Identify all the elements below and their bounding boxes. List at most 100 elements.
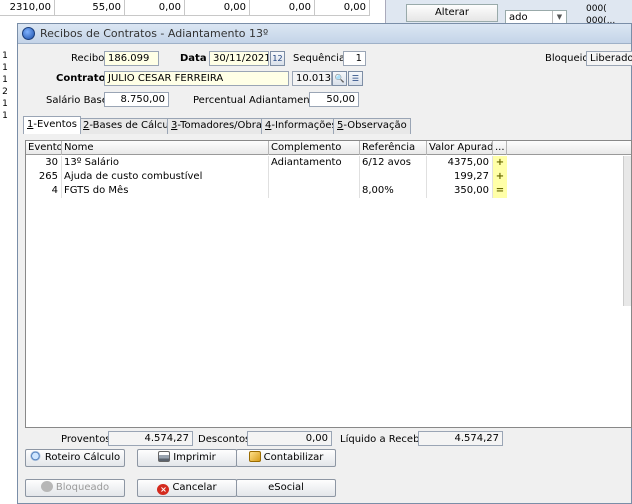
bg-cell: 55,00 (55, 0, 125, 16)
cell-valor: 350,00 (427, 184, 493, 198)
bg-cell: 0,00 (250, 0, 315, 16)
cell-evento: 4 (26, 184, 62, 198)
cell-referencia: 6/12 avos (360, 156, 427, 170)
cancelar-button[interactable]: × Cancelar (137, 479, 237, 497)
col-referencia[interactable]: Referência (360, 141, 427, 155)
tab-tomadores-obras[interactable]: 3-Tomadores/Obras (167, 118, 272, 134)
cell-sign: + (493, 170, 507, 184)
tab-eventos[interactable]: 1-Eventos (23, 116, 81, 134)
col-valor-apurado[interactable]: Valor Apurado (427, 141, 493, 155)
ledger-icon (248, 451, 261, 462)
bg-side-digit: 1 (2, 63, 8, 73)
roteiro-calculo-button[interactable]: Roteiro Cálculo (25, 449, 125, 467)
dialog-titlebar[interactable]: Recibos de Contratos - Adiantamento 13º (18, 24, 631, 44)
search-icon[interactable]: 🔍 (332, 71, 347, 86)
bg-side-digit: 2 (2, 87, 8, 97)
cell-nome: 13º Salário (62, 156, 269, 170)
tab-label: -Eventos (33, 119, 77, 130)
dialog-title: Recibos de Contratos - Adiantamento 13º (40, 27, 269, 40)
calendar-icon[interactable]: 12 (270, 51, 285, 66)
cell-evento: 30 (26, 156, 62, 170)
liquido-label: Líquido a Receber (340, 434, 430, 445)
salario-field[interactable]: 8.750,00 (104, 92, 169, 107)
bloqueio-field: Liberado (586, 51, 632, 66)
cell-valor: 199,27 (427, 170, 493, 184)
grid-scrollbar[interactable] (623, 156, 631, 306)
bg-side-digit: 1 (2, 99, 8, 109)
bg-side-digit: 1 (2, 51, 8, 61)
bg-corner-text: 000( (586, 4, 607, 14)
contabilizar-button[interactable]: Contabilizar (236, 449, 336, 467)
bg-cell: 0,00 (185, 0, 250, 16)
cell-nome: FGTS do Mês (62, 184, 269, 198)
tab-label: -Observação (343, 120, 407, 131)
table-row[interactable]: 30 13º Salário Adiantamento 6/12 avos 43… (26, 156, 626, 170)
esocial-label: eSocial (268, 482, 304, 493)
esocial-button[interactable]: eSocial (236, 479, 336, 497)
tab-label: -Bases de Cálculo (89, 120, 178, 131)
cell-complemento (269, 184, 360, 198)
sequencia-field[interactable]: 1 (343, 51, 366, 66)
cell-nome: Ajuda de custo combustível (62, 170, 269, 184)
check-circle-icon (40, 481, 53, 492)
cell-valor: 4375,00 (427, 156, 493, 170)
data-field[interactable]: 30/11/2021 (209, 51, 269, 66)
tab-label: -Informações (271, 120, 337, 131)
imprimir-button[interactable]: Imprimir (137, 449, 237, 467)
app-icon (22, 27, 35, 40)
list-icon[interactable]: ☰ (348, 71, 363, 86)
proventos-label: Proventos (61, 434, 111, 445)
imprimir-label: Imprimir (173, 452, 216, 463)
bloqueado-label: Bloqueado (55, 482, 110, 493)
bg-cell: 2310,00 (0, 0, 55, 16)
cell-referencia: 8,00% (360, 184, 427, 198)
contrato-code-field: 10.013 (292, 71, 332, 86)
tab-informacoes[interactable]: 4-Informações (261, 118, 341, 134)
cancelar-label: Cancelar (172, 482, 217, 493)
printer-icon (158, 451, 171, 462)
roteiro-label: Roteiro Cálculo (44, 452, 121, 463)
bloqueio-label: Bloqueio (545, 53, 589, 64)
cell-evento: 265 (26, 170, 62, 184)
contrato-label: Contrato (56, 73, 106, 84)
bg-side-digit: 1 (2, 75, 8, 85)
bg-cell: 0,00 (315, 0, 370, 16)
recibo-dialog: Recibos de Contratos - Adiantamento 13º … (17, 23, 632, 504)
bg-combo-value: ado (509, 12, 528, 23)
liquido-field: 4.574,27 (418, 431, 503, 446)
sequencia-label: Sequência (293, 53, 346, 64)
col-evento[interactable]: Evento (26, 141, 62, 155)
bg-cell: 0,00 (125, 0, 185, 16)
proventos-field: 4.574,27 (108, 431, 193, 446)
recibo-label: Recibo (71, 53, 105, 64)
alterar-button[interactable]: Alterar (406, 4, 498, 22)
col-complemento[interactable]: Complemento (269, 141, 360, 155)
salario-label: Salário Base (46, 95, 108, 106)
recibo-field[interactable]: 186.099 (104, 51, 159, 66)
col-sign[interactable]: ... (493, 141, 507, 155)
percentual-label: Percentual Adiantamento (193, 95, 320, 106)
eventos-grid[interactable]: Evento Nome Complemento Referência Valor… (25, 140, 632, 428)
grid-header: Evento Nome Complemento Referência Valor… (26, 141, 631, 155)
cell-complemento (269, 170, 360, 184)
alterar-label: Alterar (434, 7, 470, 18)
col-nome[interactable]: Nome (62, 141, 269, 155)
cell-complemento: Adiantamento (269, 156, 360, 170)
bloqueado-button: Bloqueado (25, 479, 125, 497)
cell-sign: + (493, 156, 507, 170)
data-label: Data (180, 53, 207, 64)
cancel-icon: × (157, 484, 170, 495)
contrato-name-field[interactable]: JULIO CESAR FERREIRA (104, 71, 289, 86)
percentual-field[interactable]: 50,00 (309, 92, 359, 107)
cell-sign: = (493, 184, 507, 198)
table-row[interactable]: 265 Ajuda de custo combustível 199,27 + (26, 170, 626, 184)
magnifier-icon (29, 451, 42, 462)
table-row[interactable]: 4 FGTS do Mês 8,00% 350,00 = (26, 184, 626, 198)
tab-label: -Tomadores/Obras (177, 120, 268, 131)
cell-referencia (360, 170, 427, 184)
descontos-field: 0,00 (247, 431, 332, 446)
contabilizar-label: Contabilizar (263, 452, 324, 463)
descontos-label: Descontos (198, 434, 251, 445)
bg-side-digit: 1 (2, 111, 8, 121)
tab-observacao[interactable]: 5-Observação (333, 118, 411, 134)
